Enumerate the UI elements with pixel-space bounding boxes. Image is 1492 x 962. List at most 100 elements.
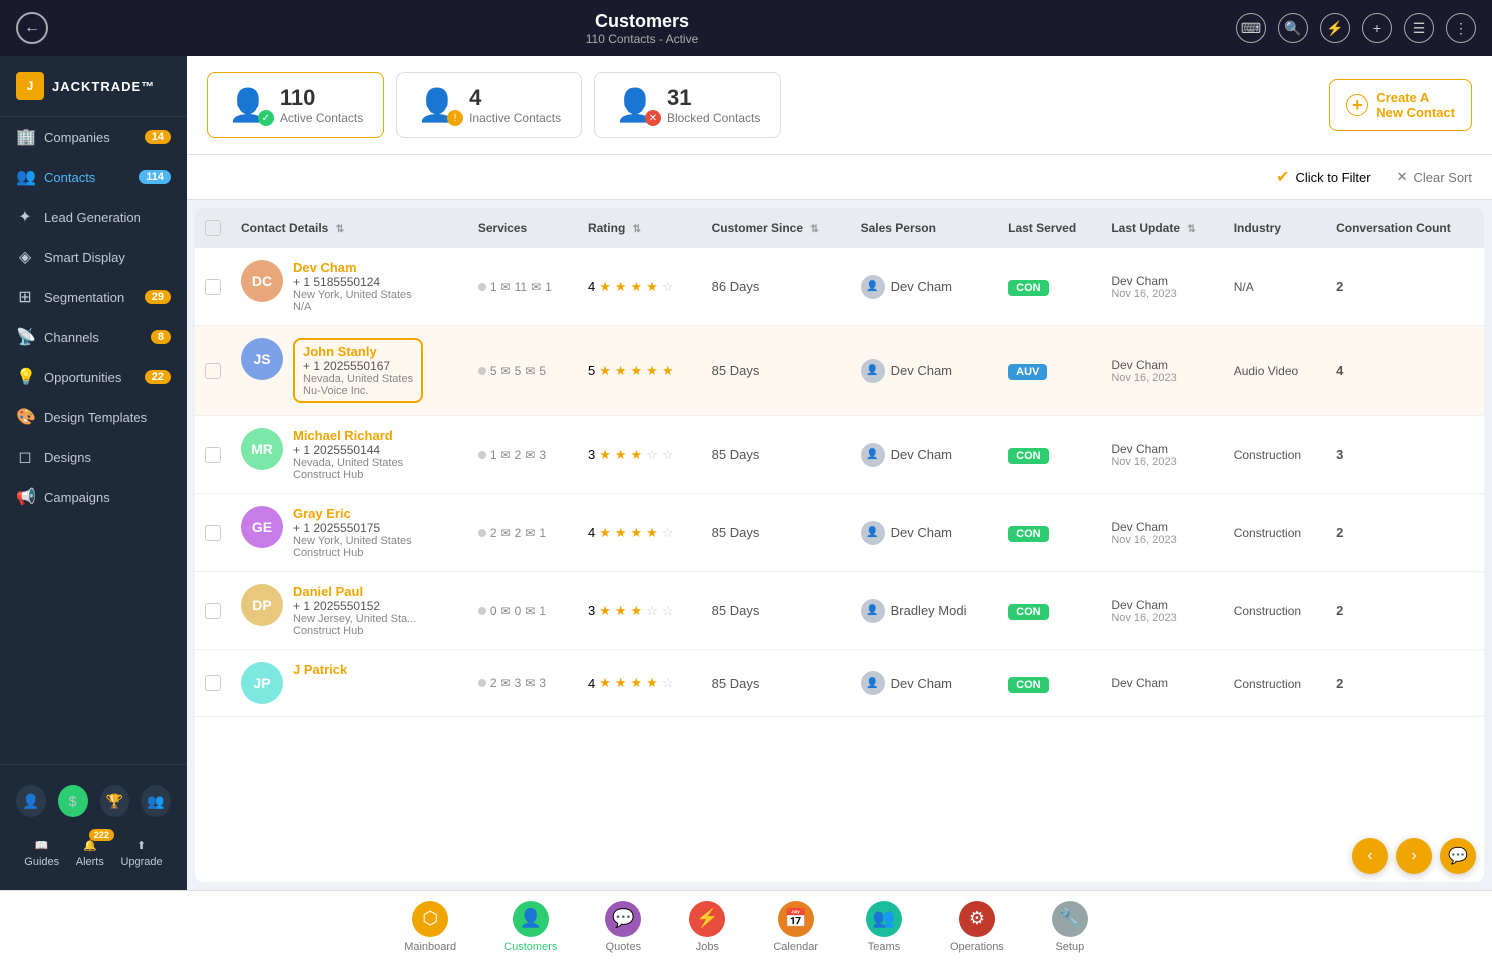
chat-button[interactable]: 💬 [1440,838,1476,874]
clear-sort-button[interactable]: ✕ Clear Sort [1397,169,1472,185]
nav-customers[interactable]: 👤 Customers [480,893,581,961]
rating-number: 4 [588,279,595,294]
bottom-icon-3[interactable]: 🏆 [100,785,130,817]
contact-name[interactable]: John Stanly [303,344,413,359]
sidebar-item-contacts[interactable]: 👥 Contacts 114 [0,157,187,197]
nav-operations[interactable]: ⚙ Operations [926,893,1028,961]
contact-name[interactable]: Michael Richard [293,428,403,443]
sales-person-name: Dev Cham [891,363,952,378]
avatar: JP [241,662,283,704]
svc-msg-icon: ✉ [501,526,511,540]
table-row[interactable]: GE Gray Eric + 1 2025550175 New York, Un… [195,494,1484,572]
col-contact-details[interactable]: Contact Details ⇅ [231,208,468,248]
services-row: 2 ✉ 2 ✉ 1 [478,526,568,540]
inactive-contacts-card[interactable]: 👤 ! 4 Inactive Contacts [396,72,582,138]
nav-calendar[interactable]: 📅 Calendar [749,893,842,961]
sidebar-item-smart-display[interactable]: ◈ Smart Display [0,237,187,277]
row-checkbox[interactable] [205,447,221,463]
bottom-icon-1[interactable]: 👤 [16,785,46,817]
customer-since-cell: 85 Days [702,494,851,572]
create-contact-button[interactable]: + Create ANew Contact [1329,79,1472,131]
contact-name[interactable]: J Patrick [293,662,347,677]
sidebar-item-companies[interactable]: 🏢 Companies 14 [0,117,187,157]
last-update-cell: Dev Cham Nov 16, 2023 [1101,494,1223,572]
inactive-badge-warn: ! [447,110,463,126]
industry-cell: Audio Video [1224,326,1326,416]
nav-teams[interactable]: 👥 Teams [842,893,926,961]
conv-count-cell: 2 [1326,494,1484,572]
col-services[interactable]: Services [468,208,578,248]
filter-icon[interactable]: ⚡ [1320,13,1350,43]
svc-call-icon: ✉ [525,364,535,378]
col-rating[interactable]: Rating ⇅ [578,208,702,248]
alerts-button[interactable]: 🔔 222 Alerts [70,833,110,874]
alerts-badge: 222 [89,829,114,841]
industry-cell: N/A [1224,248,1326,326]
bottom-icon-4[interactable]: 👥 [141,785,171,817]
customer-since-cell: 85 Days [702,416,851,494]
nav-quotes[interactable]: 💬 Quotes [581,893,665,961]
more-icon[interactable]: ⋮ [1446,13,1476,43]
last-update-date: Nov 16, 2023 [1111,372,1213,384]
svc-call-count: 5 [539,364,546,378]
col-last-update[interactable]: Last Update ⇅ [1101,208,1223,248]
table-row[interactable]: JP J Patrick 2 ✉ 3 ✉ 3 [195,650,1484,717]
row-checkbox[interactable] [205,363,221,379]
table-row[interactable]: JS John Stanly + 1 2025550167 Nevada, Un… [195,326,1484,416]
contact-info: John Stanly + 1 2025550167 Nevada, Unite… [303,344,413,397]
rating-cell: 4 ★★★★☆ [578,248,702,326]
blocked-contacts-card[interactable]: 👤 ✕ 31 Blocked Contacts [594,72,781,138]
lead-gen-icon: ✦ [16,207,34,227]
contact-phone: + 1 2025550175 [293,521,412,535]
nav-mainboard[interactable]: ⬡ Mainboard [380,893,480,961]
guides-button[interactable]: 📖 Guides [18,833,65,874]
svc-dot-count: 5 [490,364,497,378]
nav-setup[interactable]: 🔧 Setup [1028,893,1112,961]
main-layout: J JACKTRADE™ 🏢 Companies 14 👥 Contacts 1… [0,56,1492,890]
blocked-contacts-icon-wrap: 👤 ✕ [615,86,655,124]
row-checkbox[interactable] [205,525,221,541]
customers-label: Customers [504,941,557,953]
row-checkbox[interactable] [205,279,221,295]
row-checkbox[interactable] [205,675,221,691]
table-row[interactable]: DC Dev Cham + 1 5185550124 New York, Uni… [195,248,1484,326]
contact-location: New York, United States [293,535,412,547]
contact-name[interactable]: Dev Cham [293,260,412,275]
contact-row: JS John Stanly + 1 2025550167 Nevada, Un… [241,338,458,403]
col-customer-since[interactable]: Customer Since ⇅ [702,208,851,248]
sidebar-item-campaigns[interactable]: 📢 Campaigns [0,477,187,517]
back-button[interactable]: ← [16,12,48,44]
bottom-icon-2[interactable]: $ [58,785,88,817]
row-checkbox-cell [195,494,231,572]
row-checkbox[interactable] [205,603,221,619]
upgrade-icon: ⬆ [137,839,146,852]
table-row[interactable]: MR Michael Richard + 1 2025550144 Nevada… [195,416,1484,494]
sidebar-item-design-templates[interactable]: 🎨 Design Templates [0,397,187,437]
list-icon[interactable]: ☰ [1404,13,1434,43]
select-all-checkbox[interactable] [205,220,221,236]
avatar: GE [241,506,283,548]
contact-name[interactable]: Gray Eric [293,506,412,521]
table-row[interactable]: DP Daniel Paul + 1 2025550152 New Jersey… [195,572,1484,650]
sidebar-item-lead-generation[interactable]: ✦ Lead Generation [0,197,187,237]
sidebar-item-channels[interactable]: 📡 Channels 8 [0,317,187,357]
channels-icon: 📡 [16,327,34,347]
scroll-left-button[interactable]: ‹ [1352,838,1388,874]
add-icon[interactable]: + [1362,13,1392,43]
search-icon[interactable]: 🔍 [1278,13,1308,43]
nav-jobs[interactable]: ⚡ Jobs [665,893,749,961]
row-checkbox-cell [195,326,231,416]
sidebar-logo: J JACKTRADE™ [0,56,187,117]
scroll-right-button[interactable]: › [1396,838,1432,874]
sidebar-item-designs[interactable]: ◻ Designs [0,437,187,477]
industry-value: Construction [1234,677,1301,691]
click-to-filter-button[interactable]: ✔ Click to Filter [1266,163,1381,191]
stats-row: 👤 ✓ 110 Active Contacts 👤 ! 4 Inactive C… [187,56,1492,155]
contact-name[interactable]: Daniel Paul [293,584,416,599]
keyboard-icon[interactable]: ⌨ [1236,13,1266,43]
upgrade-button[interactable]: ⬆ Upgrade [114,833,168,874]
active-contacts-card[interactable]: 👤 ✓ 110 Active Contacts [207,72,384,138]
sidebar-item-opportunities[interactable]: 💡 Opportunities 22 [0,357,187,397]
sidebar-item-segmentation[interactable]: ⊞ Segmentation 29 [0,277,187,317]
conv-count-value: 2 [1336,525,1343,540]
